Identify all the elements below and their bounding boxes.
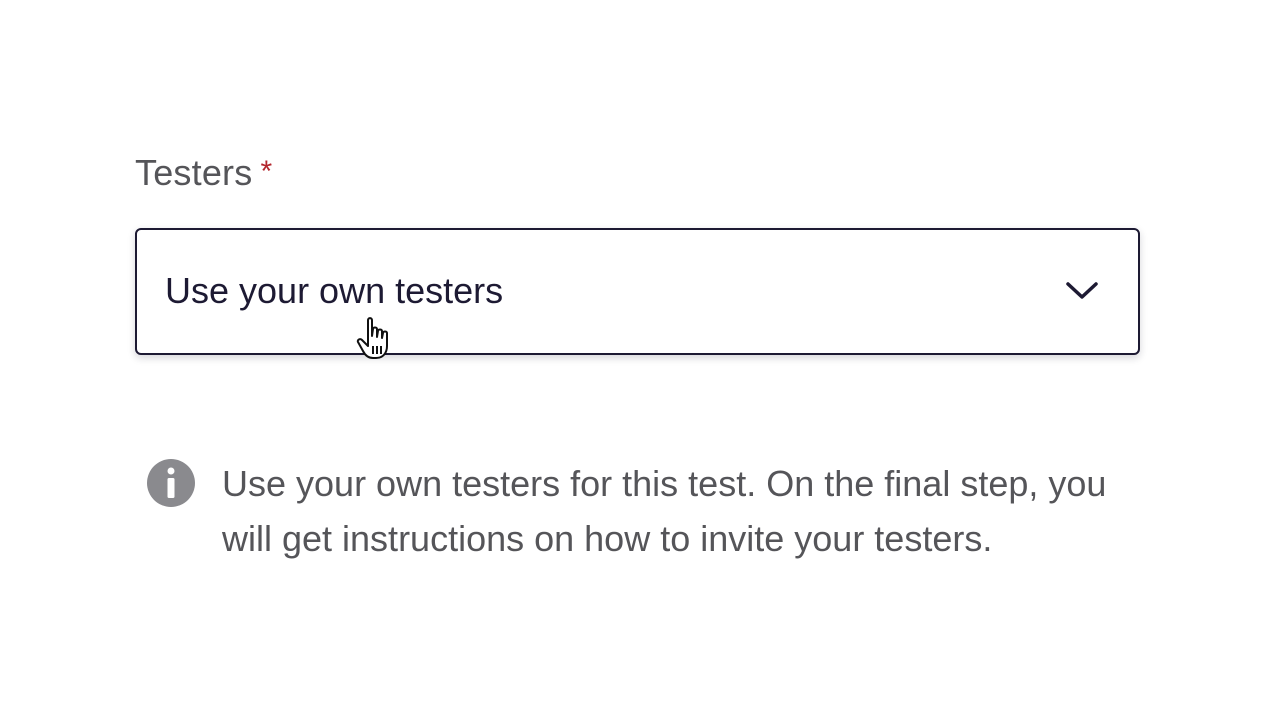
- info-text: Use your own testers for this test. On t…: [222, 463, 1107, 559]
- testers-field-section: Testers * Use your own testers Use your o…: [0, 0, 1280, 720]
- testers-select[interactable]: Use your own testers: [135, 228, 1140, 355]
- testers-label-text: Testers: [135, 152, 253, 193]
- required-asterisk: *: [260, 155, 273, 188]
- chevron-down-icon[interactable]: [1064, 278, 1100, 302]
- testers-select-value: Use your own testers: [165, 270, 504, 311]
- testers-label: Testers *: [135, 152, 272, 194]
- info-icon: [147, 459, 195, 507]
